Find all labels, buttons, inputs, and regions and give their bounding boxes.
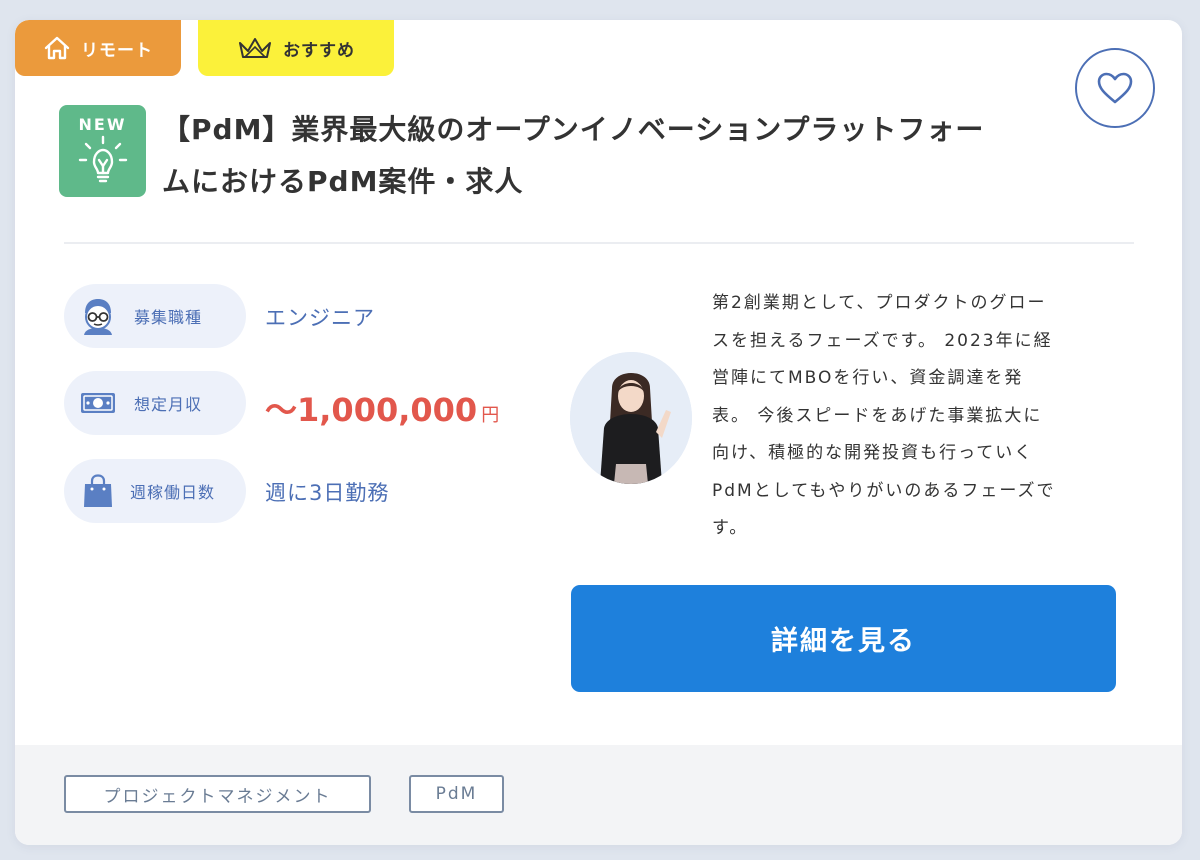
description-line: 営陣にてMBOを行い、資金調達を発 [712,368,1024,388]
salary-unit: 円 [481,405,500,426]
description-line: 表。 今後スピードをあげた事業拡大に [712,405,1043,426]
job-title-line-1: 【PdM】業界最大級のオープンイノベーションプラットフォー [162,113,985,146]
salary-label: 想定月収 [134,395,203,414]
bag-icon [84,474,112,507]
favorite-button[interactable] [1075,48,1155,128]
job-title[interactable]: 【PdM】業界最大級のオープンイノベーションプラットフォー ムにおけるPdM案件… [162,104,1062,208]
job-card: リモート おすすめ NEW 【PdM】業界最大級のオープンイノベーションプラット… [15,20,1182,845]
description-line: 第2創業期として、プロダクトのグロー [712,293,1047,313]
work-days-label: 週稼働日数 [130,483,216,502]
salary-value-group: 〜1,000,000 円 [265,385,499,431]
person-photo [570,352,692,484]
remote-badge-label: リモート [81,40,153,61]
recommended-badge: おすすめ [198,20,394,76]
lightbulb-icon [78,135,127,183]
work-days-value: 週に3日勤務 [265,481,390,505]
salary-value: 〜1,000,000 [265,391,478,429]
money-icon [81,393,115,413]
description-line: 向け、積極的な開発投資も行っていく [712,443,1034,463]
new-label: NEW [78,115,127,134]
staff-avatar [570,352,692,484]
home-icon [44,36,70,60]
view-details-button[interactable]: 詳細を見る [571,585,1116,692]
engineer-face-icon [84,299,112,335]
card-footer: プロジェクトマネジメント PdM [15,745,1182,845]
description-line: す。 [712,518,749,538]
remote-badge: リモート [15,20,181,76]
crown-icon [239,38,271,58]
tag-pdm[interactable]: PdM [409,775,504,813]
job-type-pill: 募集職種 [64,284,246,348]
tag-project-management[interactable]: プロジェクトマネジメント [64,775,371,813]
job-type-value: エンジニア [265,306,375,330]
heart-icon [1097,72,1133,104]
work-days-pill: 週稼働日数 [64,459,246,523]
job-description: 第2創業期として、プロダクトのグロー スを担えるフェーズです。 2023年に経 … [712,285,1122,548]
new-badge: NEW [59,105,146,197]
divider [64,242,1134,244]
job-type-label: 募集職種 [134,308,203,327]
recommended-badge-label: おすすめ [283,40,355,61]
description-line: スを担えるフェーズです。 2023年に経 [712,330,1053,351]
salary-pill: 想定月収 [64,371,246,435]
job-title-line-2: ムにおけるPdM案件・求人 [162,165,524,198]
description-line: PdMとしてもやりがいのあるフェーズで [712,480,1056,501]
